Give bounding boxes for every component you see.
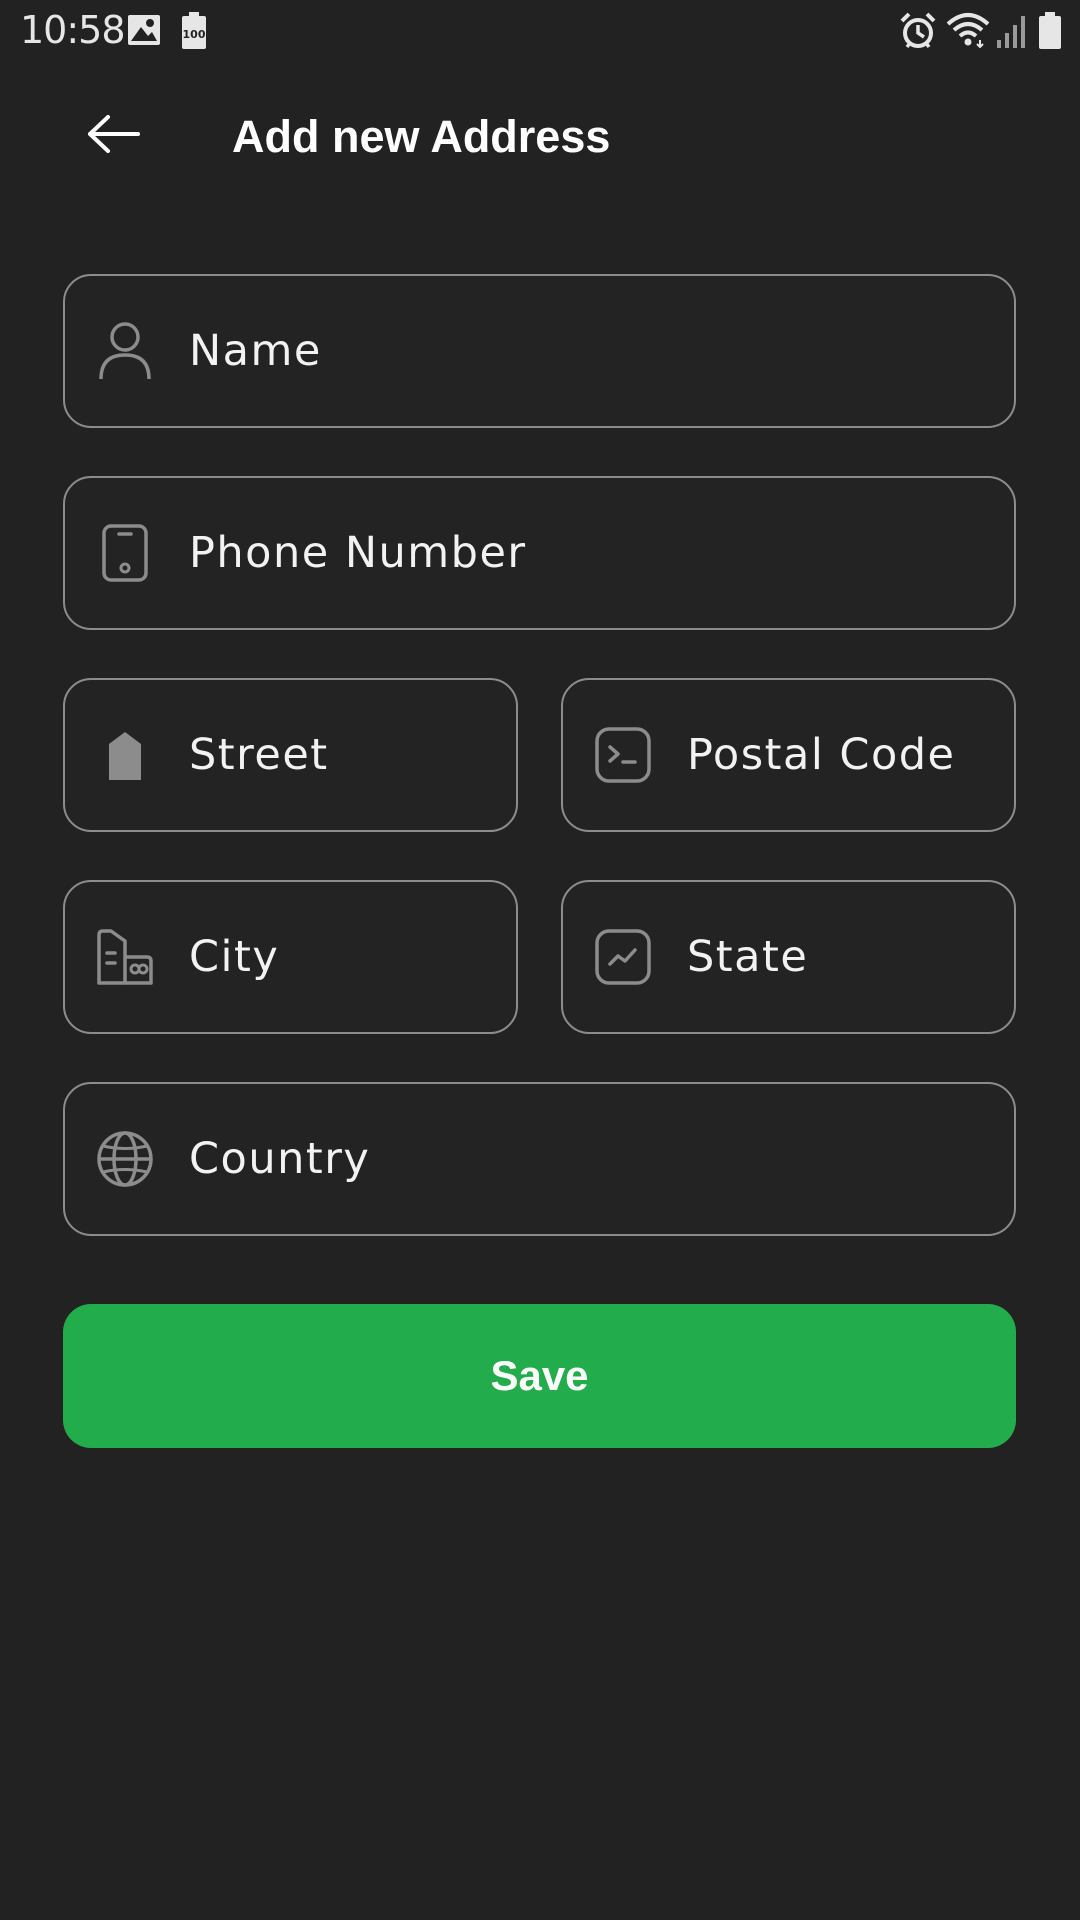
signal-icon bbox=[996, 14, 1026, 52]
status-bar: 10:58 100 bbox=[0, 0, 1080, 64]
street-field[interactable] bbox=[63, 678, 518, 832]
state-field[interactable] bbox=[561, 880, 1016, 1034]
status-time: 10:58 bbox=[20, 8, 126, 52]
save-button[interactable]: Save bbox=[63, 1304, 1016, 1448]
alarm-icon bbox=[899, 12, 937, 54]
city-input[interactable] bbox=[189, 922, 492, 992]
country-field[interactable] bbox=[63, 1082, 1016, 1236]
image-icon bbox=[127, 14, 161, 50]
city-field[interactable] bbox=[63, 880, 518, 1034]
state-input[interactable] bbox=[687, 922, 990, 992]
chart-line-icon bbox=[593, 927, 653, 987]
arrow-left-icon bbox=[86, 114, 142, 158]
back-button[interactable] bbox=[78, 106, 150, 166]
wifi-icon bbox=[946, 12, 990, 52]
city-buildings-icon bbox=[95, 927, 155, 987]
phone-number-input[interactable] bbox=[189, 518, 990, 588]
person-icon bbox=[95, 321, 155, 381]
country-input[interactable] bbox=[189, 1124, 990, 1194]
postal-code-field[interactable] bbox=[561, 678, 1016, 832]
page-title: Add new Address bbox=[232, 111, 611, 162]
street-input[interactable] bbox=[189, 720, 492, 790]
postal-code-input[interactable] bbox=[687, 720, 990, 790]
phone-icon bbox=[95, 523, 155, 583]
name-input[interactable] bbox=[189, 316, 990, 386]
name-field[interactable] bbox=[63, 274, 1016, 428]
battery-100-icon: 100 bbox=[181, 12, 207, 54]
battery-icon bbox=[1038, 12, 1062, 54]
battery-label: 100 bbox=[183, 28, 206, 41]
terminal-icon bbox=[593, 725, 653, 785]
street-marker-icon bbox=[95, 725, 155, 785]
phone-number-field[interactable] bbox=[63, 476, 1016, 630]
globe-icon bbox=[95, 1129, 155, 1189]
